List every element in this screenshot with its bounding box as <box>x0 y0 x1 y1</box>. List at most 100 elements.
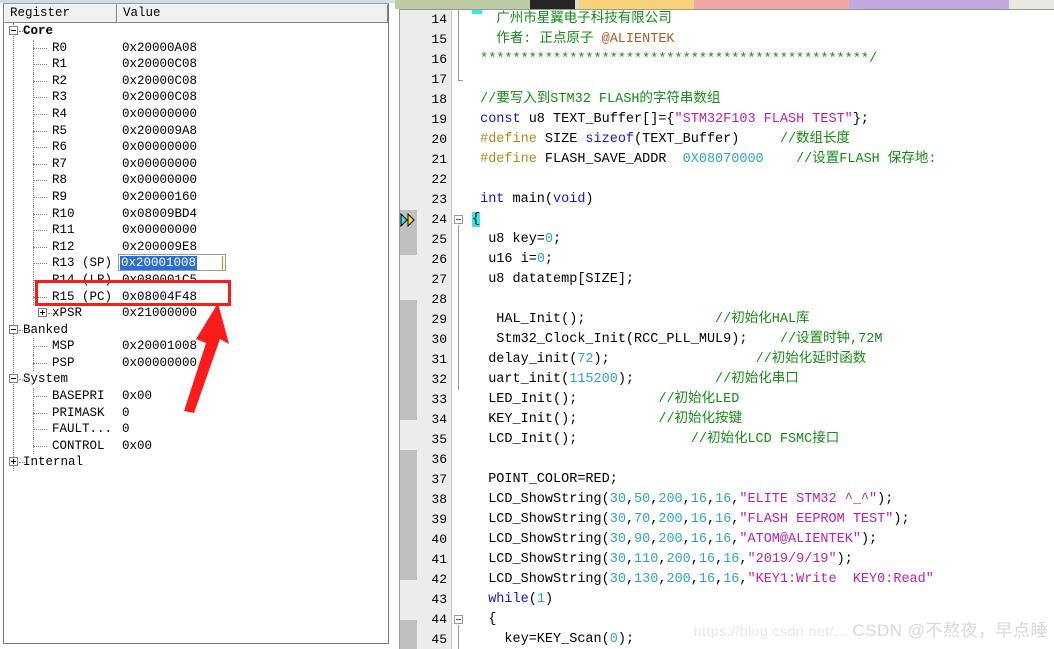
register-row[interactable]: BASEPRI 0x00 <box>4 388 388 405</box>
code-line[interactable]: 作者: 正点原子 @ALIENTEK <box>466 30 1054 50</box>
register-value-edit-field[interactable]: 0x20001008 <box>118 254 226 272</box>
code-line[interactable]: u8 datatemp[SIZE]; <box>466 270 1054 290</box>
editor-tab[interactable] <box>530 0 575 9</box>
code-token-num: 16 <box>698 572 716 587</box>
tree-guide-line <box>33 64 47 66</box>
code-line[interactable] <box>466 70 1054 90</box>
code-line[interactable]: int main(void) <box>466 190 1054 210</box>
register-row[interactable]: R8 0x00000000 <box>4 172 388 189</box>
column-header-register[interactable]: Register <box>4 4 117 23</box>
register-row[interactable]: CONTROL 0x00 <box>4 437 388 455</box>
code-token-pln: , <box>625 512 635 527</box>
register-row[interactable]: R15 (PC) 0x08004F48 <box>4 288 388 306</box>
code-token-cmt: ****************************************… <box>472 52 878 67</box>
code-line[interactable]: { <box>466 210 1054 230</box>
code-line[interactable]: LCD_Init(); //初始化LCD FSMC接口 <box>466 430 1054 450</box>
editor-tab[interactable] <box>579 0 694 9</box>
code-line[interactable]: #define FLASH_SAVE_ADDR 0X08070000 //设置F… <box>466 150 1054 170</box>
register-row[interactable]: FAULT... 0 <box>4 421 388 438</box>
code-line[interactable]: POINT_COLOR=RED; <box>466 470 1054 490</box>
code-line[interactable]: u8 key=0; <box>466 10 1054 250</box>
code-line[interactable] <box>466 170 1054 190</box>
register-row[interactable]: R12 0x200009E8 <box>4 238 388 256</box>
collapse-icon[interactable] <box>9 324 18 334</box>
register-row[interactable]: R3 0x20000C08 <box>4 89 388 106</box>
code-line[interactable]: { <box>466 610 1054 630</box>
code-line[interactable]: LED_Init(); //初始化LED <box>466 390 1054 410</box>
code-token-pln: ); <box>617 632 635 647</box>
code-line[interactable]: LCD_ShowString(30,130,200,16,16,"KEY1:Wr… <box>466 570 1054 590</box>
register-value: 0x21000000 <box>122 306 198 321</box>
code-line[interactable] <box>466 290 1054 310</box>
code-text-area[interactable]: 广州市星翼电子科技有限公司 作者: 正点原子 @ALIENTEK *******… <box>466 10 1054 649</box>
tree-guide-line <box>33 56 34 73</box>
code-folding-column[interactable] <box>451 10 466 649</box>
code-line[interactable]: 广州市星翼电子科技有限公司 <box>466 10 1054 30</box>
editor-tab[interactable] <box>849 0 1009 9</box>
register-row[interactable]: R10 0x08009BD4 <box>4 205 388 223</box>
register-row[interactable]: PRIMASK 0 <box>4 404 388 422</box>
editor-tab[interactable] <box>395 0 530 9</box>
tree-guide-line <box>33 445 47 447</box>
code-token-pln: LCD_ShowString( <box>472 552 610 567</box>
register-row[interactable]: xPSR 0x21000000 <box>4 305 388 322</box>
code-line[interactable]: const u8 TEXT_Buffer[]={"STM32F103 FLASH… <box>466 110 1054 130</box>
code-line[interactable]: delay_init(72); //初始化延时函数 <box>466 350 1054 370</box>
code-line[interactable]: HAL_Init(); //初始化HAL库 <box>466 310 1054 330</box>
register-row[interactable]: R14 (LR) 0x080001C5 <box>4 271 388 289</box>
editor-tab-strip[interactable] <box>395 0 1054 9</box>
code-line[interactable]: u16 i=0; <box>466 250 1054 270</box>
collapse-icon[interactable] <box>9 374 18 384</box>
fold-collapse-icon[interactable] <box>454 615 463 624</box>
fold-collapse-icon[interactable] <box>454 215 463 224</box>
code-line[interactable]: while(1) <box>466 590 1054 610</box>
code-token-cmt: //初始化按键 <box>658 412 743 427</box>
line-number: 15 <box>431 32 447 47</box>
code-line[interactable]: uart_init(115200); //初始化串口 <box>466 370 1054 390</box>
register-row[interactable]: R9 0x20000160 <box>4 188 388 206</box>
register-row[interactable]: R1 0x20000C08 <box>4 56 388 73</box>
code-line[interactable]: ****************************************… <box>466 50 1054 70</box>
register-tree[interactable]: Core R0 0x20000A08 R1 0x20000C08 R2 0x20000C08… <box>4 23 388 643</box>
register-row[interactable]: R11 0x00000000 <box>4 222 388 239</box>
register-name: PRIMASK <box>52 405 105 420</box>
register-row[interactable]: R0 0x20000A08 <box>4 39 388 57</box>
code-line[interactable]: LCD_ShowString(30,50,200,16,16,"ELITE ST… <box>466 490 1054 510</box>
register-row[interactable]: R5 0x200009A8 <box>4 122 388 140</box>
register-row[interactable]: Internal <box>4 454 388 471</box>
register-row[interactable]: R7 0x00000000 <box>4 155 388 173</box>
register-value-selection: 0x20001008 <box>120 256 198 271</box>
register-row[interactable]: R13 (SP) 0x20001008 <box>4 254 388 272</box>
register-row[interactable]: R6 0x00000000 <box>4 139 388 156</box>
register-row[interactable]: Banked <box>4 322 388 339</box>
code-line[interactable]: key=KEY_Scan(0); <box>466 630 1054 649</box>
code-line[interactable]: LCD_ShowString(30,110,200,16,16,"2019/9/… <box>466 550 1054 570</box>
code-line[interactable] <box>466 450 1054 470</box>
code-line[interactable]: //要写入到STM32 FLASH的字符串数组 <box>466 90 1054 110</box>
code-line[interactable]: #define SIZE sizeof(TEXT_Buffer) //数组长度 <box>466 130 1054 150</box>
code-line[interactable]: Stm32_Clock_Init(RCC_PLL_MUL9); //设置时钟,7… <box>466 330 1054 350</box>
register-row[interactable]: R2 0x20000C08 <box>4 72 388 90</box>
code-line[interactable]: KEY_Init(); //初始化按键 <box>466 410 1054 430</box>
register-row[interactable]: PSP 0x00000000 <box>4 354 388 372</box>
register-row[interactable]: Core <box>4 23 388 40</box>
tree-guide-line <box>33 180 47 182</box>
tree-guide-line <box>33 429 47 431</box>
column-header-value[interactable]: Value <box>117 4 388 23</box>
code-token-pre: #define <box>472 132 537 147</box>
editor-tab[interactable] <box>1009 0 1054 9</box>
code-token-kw: const <box>472 112 521 127</box>
collapse-icon[interactable] <box>9 26 18 35</box>
expand-icon[interactable] <box>38 308 47 318</box>
register-row[interactable]: R4 0x00000000 <box>4 105 388 123</box>
tree-guide-line <box>33 39 34 57</box>
tree-guide-line <box>33 255 34 272</box>
editor-tab[interactable] <box>694 0 849 9</box>
tree-guide-line <box>33 196 47 198</box>
expand-icon[interactable] <box>9 457 18 467</box>
code-line[interactable]: LCD_ShowString(30,90,200,16,16,"ATOM@ALI… <box>466 530 1054 550</box>
register-row[interactable]: MSP 0x20001008 <box>4 338 388 355</box>
register-row[interactable]: System <box>4 371 388 388</box>
code-line[interactable]: LCD_ShowString(30,70,200,16,16,"FLASH EE… <box>466 510 1054 530</box>
code-token-pln: ); <box>893 512 910 527</box>
